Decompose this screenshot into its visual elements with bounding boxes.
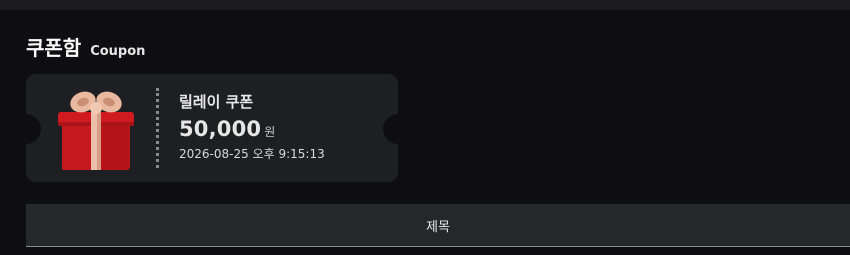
coupon-name: 릴레이 쿠폰: [179, 93, 254, 111]
table-header: 제목: [26, 204, 850, 247]
coupon-expiry-date: 2026-08-25 오후 9:15:13: [179, 147, 325, 161]
coupon-info: 릴레이 쿠폰 50,000 원 2026-08-25 오후 9:15:13: [179, 92, 325, 162]
page-heading: 쿠폰함 Coupon: [26, 32, 145, 60]
coupon-amount: 50,000: [179, 117, 262, 141]
coupon-amount-row: 50,000 원: [179, 117, 325, 141]
page-subtitle: Coupon: [90, 44, 146, 59]
top-bar: [0, 0, 850, 10]
gift-icon: [58, 91, 134, 170]
page-title: 쿠폰함: [26, 36, 82, 60]
coupon-card[interactable]: 릴레이 쿠폰 50,000 원 2026-08-25 오후 9:15:13: [26, 74, 398, 182]
coupon-notch-left: [26, 114, 41, 144]
column-header-title[interactable]: 제목: [426, 216, 450, 235]
coupon-notch-right: [383, 114, 398, 144]
coupon-amount-unit: 원: [264, 125, 276, 139]
coupon-divider: [156, 88, 159, 168]
